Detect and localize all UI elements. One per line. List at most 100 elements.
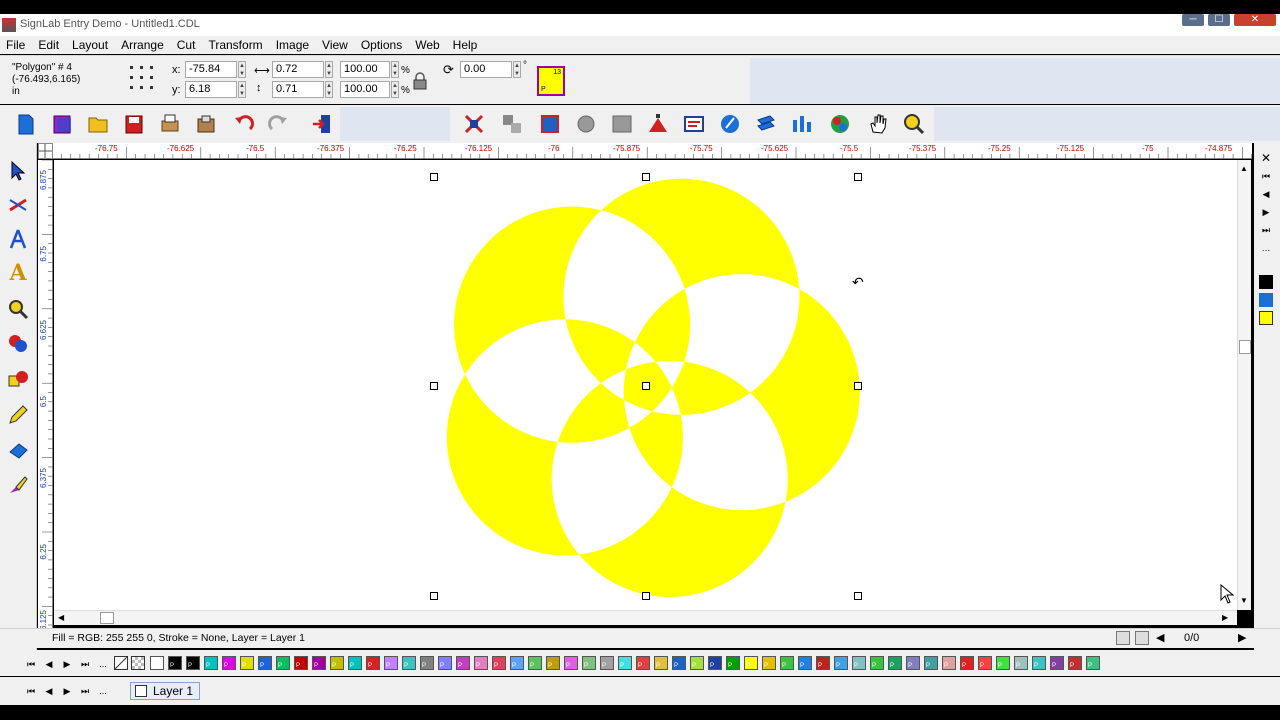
- scale-y-spinner[interactable]: ▲ ▼: [391, 81, 399, 98]
- palette-swatch[interactable]: P: [1014, 656, 1028, 670]
- redo-icon[interactable]: [264, 110, 292, 138]
- palette-first-icon[interactable]: ⏮: [24, 657, 38, 671]
- palette-swatch[interactable]: P: [186, 656, 200, 670]
- height-field[interactable]: 0.71: [272, 81, 324, 98]
- menu-edit[interactable]: Edit: [38, 38, 59, 52]
- palette-swatch[interactable]: P: [924, 656, 938, 670]
- print-icon[interactable]: [156, 110, 184, 138]
- palette-swatch[interactable]: P: [834, 656, 848, 670]
- zoom-all-icon[interactable]: [900, 110, 928, 138]
- palette-swatch[interactable]: P: [1086, 656, 1100, 670]
- distort-icon[interactable]: [644, 110, 672, 138]
- y-field[interactable]: 6.18: [185, 81, 237, 98]
- palette-swatch[interactable]: P: [366, 656, 380, 670]
- menu-options[interactable]: Options: [361, 38, 402, 52]
- exit-icon[interactable]: [308, 110, 336, 138]
- layer-prev-icon[interactable]: ◀: [42, 684, 56, 698]
- palette-swatch[interactable]: P: [852, 656, 866, 670]
- text-block-icon[interactable]: [680, 110, 708, 138]
- scale-x-field[interactable]: 100.00: [340, 61, 390, 78]
- palette-swatch[interactable]: P: [888, 656, 902, 670]
- selection-handle-tc[interactable]: [642, 173, 650, 181]
- palette-swatch[interactable]: P: [294, 656, 308, 670]
- menu-image[interactable]: Image: [276, 38, 309, 52]
- scroll-right-icon[interactable]: ▶: [1222, 613, 1228, 622]
- horizontal-scroll-thumb[interactable]: [100, 612, 114, 624]
- fill-swatch[interactable]: 13 P: [537, 66, 565, 96]
- selection-handle-bc[interactable]: [642, 592, 650, 600]
- palette-swatch[interactable]: P: [258, 656, 272, 670]
- menu-cut[interactable]: Cut: [177, 38, 196, 52]
- undo-icon[interactable]: [230, 110, 258, 138]
- menu-view[interactable]: View: [322, 38, 348, 52]
- palette-swatch[interactable]: P: [726, 656, 740, 670]
- palette-swatch[interactable]: P: [312, 656, 326, 670]
- palette-swatch[interactable]: P: [582, 656, 596, 670]
- palette-swatch[interactable]: P: [384, 656, 398, 670]
- pen-circle-icon[interactable]: [716, 110, 744, 138]
- palette-swatch[interactable]: P: [168, 656, 182, 670]
- palette-swatch[interactable]: [150, 656, 164, 670]
- height-spinner[interactable]: ▲ ▼: [325, 81, 333, 98]
- palette-swatch[interactable]: P: [474, 656, 488, 670]
- package-icon[interactable]: [192, 110, 220, 138]
- pattern-swatch[interactable]: [131, 656, 145, 670]
- palette-more-icon[interactable]: ...: [96, 657, 110, 671]
- select-tool-icon[interactable]: [4, 157, 32, 185]
- first-page-icon[interactable]: ⏮: [1258, 169, 1274, 183]
- palette-swatch[interactable]: P: [510, 656, 524, 670]
- palette-swatch[interactable]: P: [1050, 656, 1064, 670]
- color-chip-yellow[interactable]: [1259, 311, 1273, 325]
- palette-swatch[interactable]: P: [942, 656, 956, 670]
- chart-icon[interactable]: [788, 110, 816, 138]
- palette-swatch[interactable]: P: [222, 656, 236, 670]
- layer-first-icon[interactable]: ⏮: [24, 684, 38, 698]
- palette-last-icon[interactable]: ⏭: [78, 657, 92, 671]
- selection-handle-ml[interactable]: [430, 382, 438, 390]
- text-tool-icon[interactable]: A: [4, 259, 32, 287]
- drawing-canvas[interactable]: ↶: [54, 160, 1237, 610]
- circle-shape-icon[interactable]: [572, 110, 600, 138]
- folder-icon[interactable]: [84, 110, 112, 138]
- palette-swatch[interactable]: P: [204, 656, 218, 670]
- lock-icon[interactable]: [412, 72, 428, 90]
- contour-icon[interactable]: [536, 110, 564, 138]
- palette-swatch[interactable]: P: [762, 656, 776, 670]
- node-edit-tool-icon[interactable]: [4, 191, 32, 219]
- color-chip-black[interactable]: [1259, 275, 1273, 289]
- pages-icon[interactable]: [1135, 631, 1149, 645]
- x-spinner[interactable]: ▲ ▼: [238, 61, 246, 78]
- layer-next-icon[interactable]: ▶: [60, 684, 74, 698]
- ruler-origin[interactable]: [38, 143, 53, 159]
- shapes-tool-icon[interactable]: [4, 329, 32, 357]
- palette-swatch[interactable]: P: [654, 656, 668, 670]
- more-icon[interactable]: …: [1258, 241, 1274, 255]
- palette-swatch[interactable]: P: [618, 656, 632, 670]
- weld-icon[interactable]: [498, 110, 526, 138]
- scroll-up-icon[interactable]: ▲: [1240, 164, 1248, 173]
- zoom-tool-icon[interactable]: [4, 295, 32, 323]
- next-page-icon[interactable]: ▶: [1258, 205, 1274, 219]
- layer-visibility-checkbox[interactable]: [135, 685, 147, 697]
- minimize-button[interactable]: ─: [1182, 14, 1204, 26]
- palette-swatch[interactable]: P: [600, 656, 614, 670]
- open-file-icon[interactable]: [48, 110, 76, 138]
- selection-handle-center[interactable]: [642, 382, 650, 390]
- no-fill-icon[interactable]: [114, 656, 128, 670]
- pencil-tool-icon[interactable]: [4, 401, 32, 429]
- page-icon[interactable]: [1116, 631, 1130, 645]
- color-globe-icon[interactable]: [826, 110, 854, 138]
- selection-handle-mr[interactable]: [854, 382, 862, 390]
- palette-swatch[interactable]: P: [1068, 656, 1082, 670]
- selection-handle-br[interactable]: [854, 592, 862, 600]
- menu-layout[interactable]: Layout: [72, 38, 108, 52]
- palette-swatch[interactable]: P: [276, 656, 290, 670]
- transform-tool-icon[interactable]: [4, 437, 32, 465]
- palette-swatch[interactable]: P: [744, 656, 758, 670]
- x-field[interactable]: -75.84: [185, 61, 237, 78]
- palette-next-icon[interactable]: ▶: [60, 657, 74, 671]
- hand-pan-icon[interactable]: [864, 110, 892, 138]
- selection-handle-tr[interactable]: [854, 173, 862, 181]
- menu-web[interactable]: Web: [415, 38, 439, 52]
- scale-y-field[interactable]: 100.00: [340, 81, 390, 98]
